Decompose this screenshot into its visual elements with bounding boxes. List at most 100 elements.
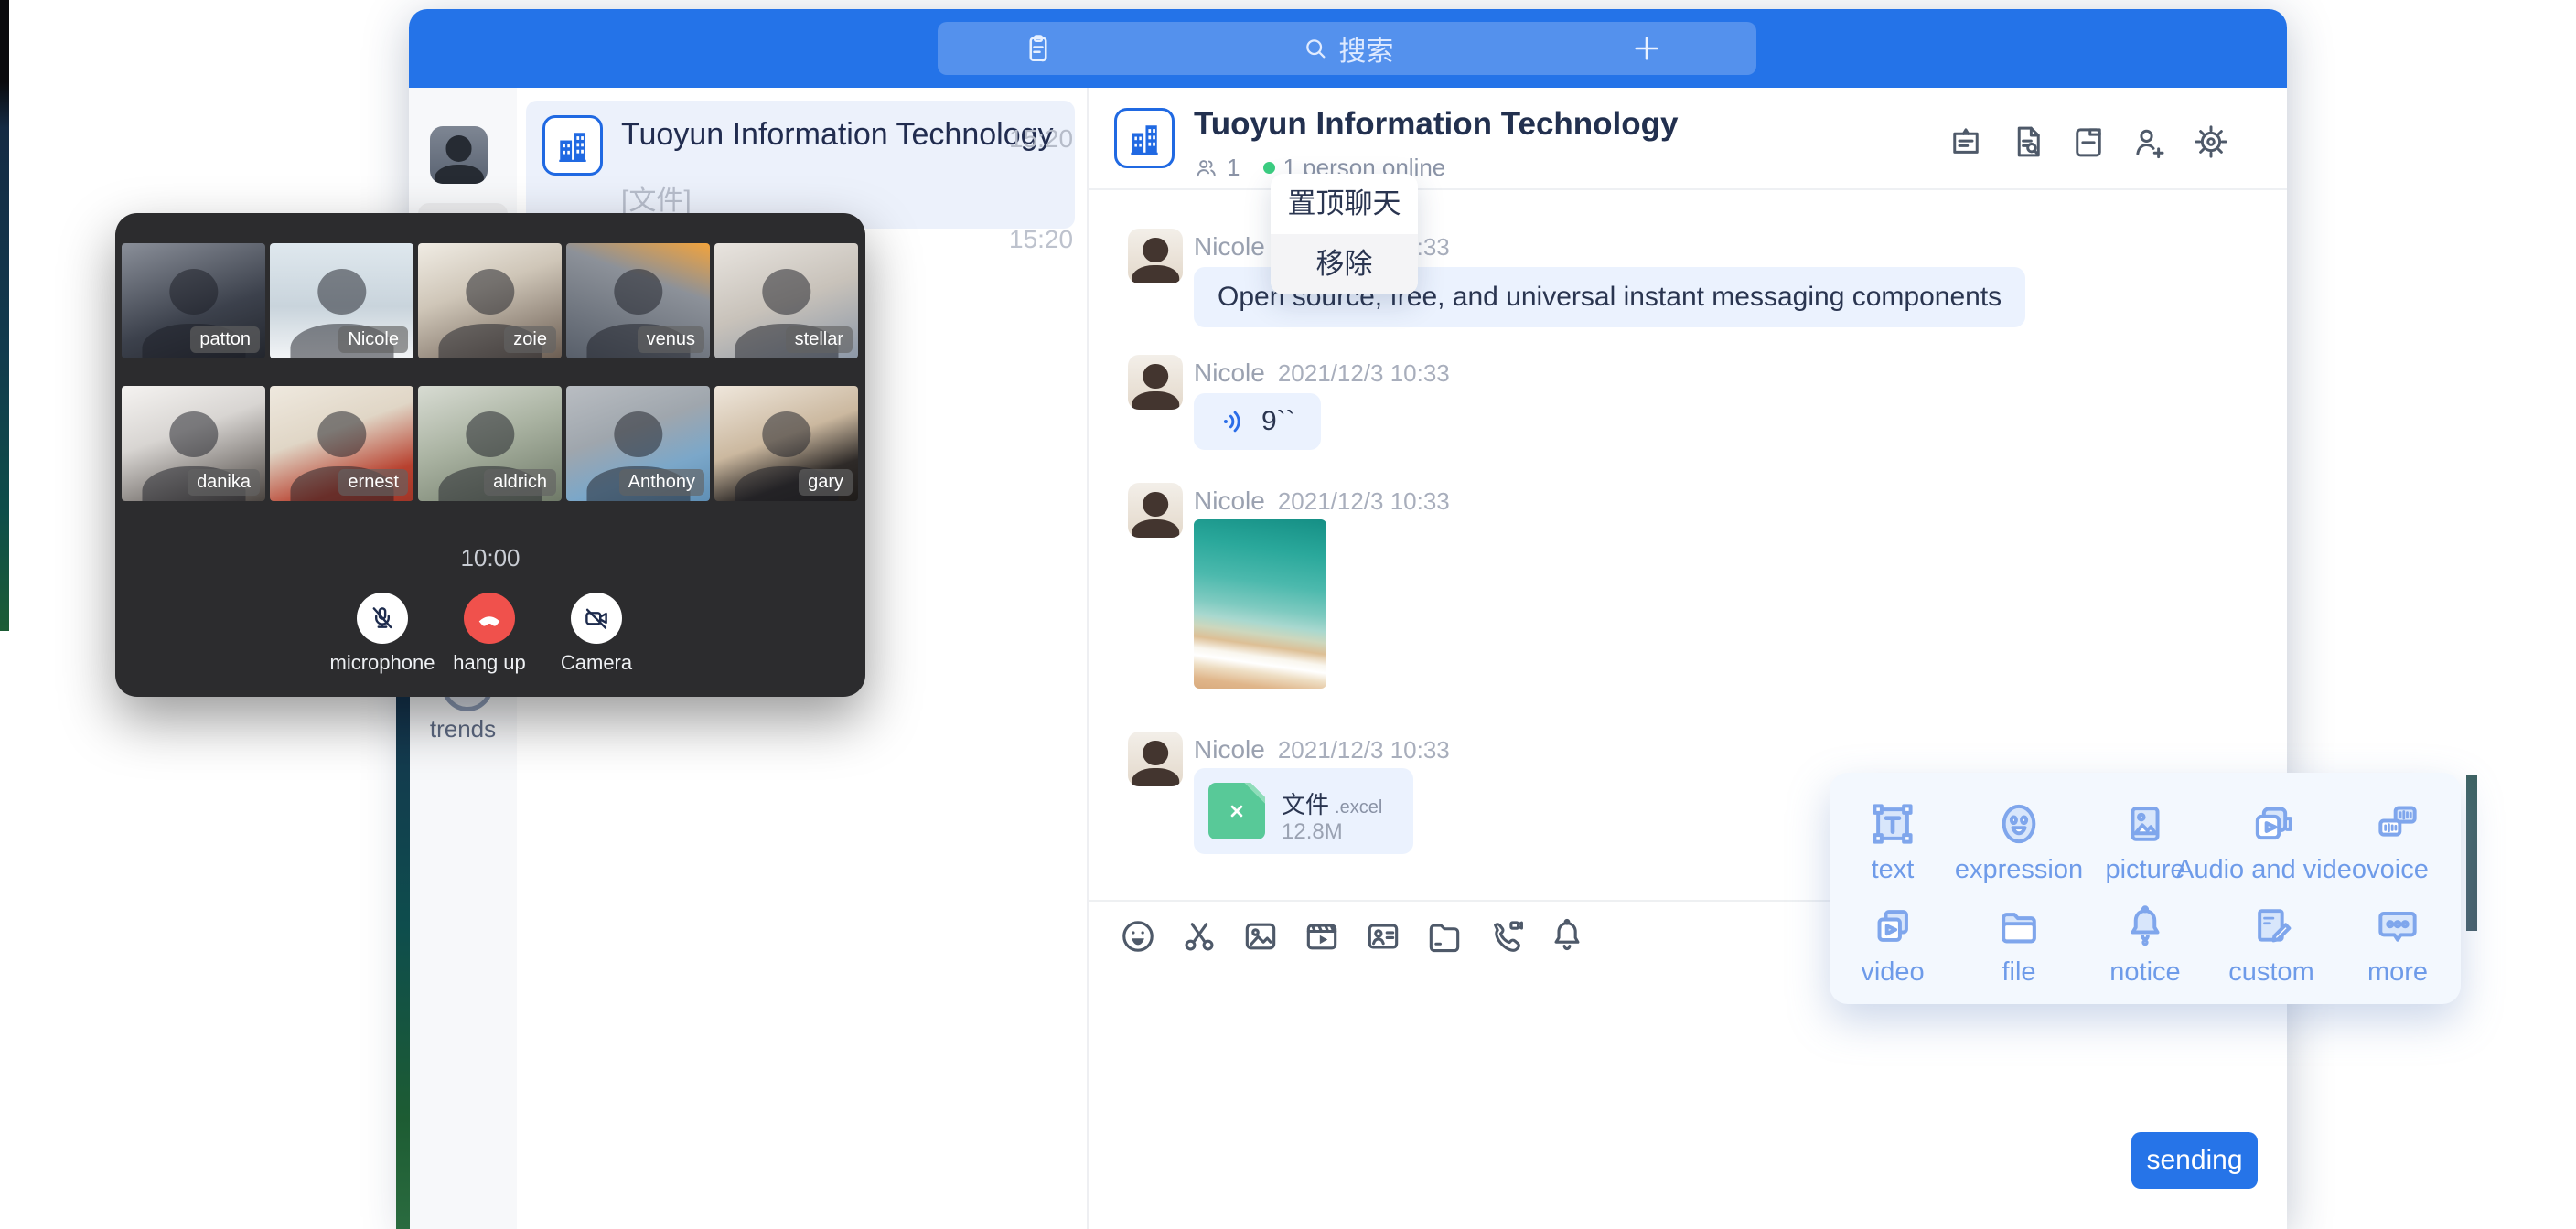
chat-header: Tuoyun Information Technology 1 1 person… bbox=[1089, 88, 2287, 190]
message-toolbar bbox=[1118, 916, 1587, 956]
camera-toggle-button[interactable] bbox=[571, 593, 622, 644]
excel-file-icon bbox=[1208, 783, 1265, 839]
participant-name: zoie bbox=[504, 326, 556, 353]
member-count: 1 bbox=[1227, 154, 1240, 182]
call-timer: 10:00 bbox=[115, 544, 865, 572]
screen: 搜索 trends Tuoyun Information Technology … bbox=[0, 0, 2576, 1229]
image-message-beach[interactable] bbox=[1194, 519, 1326, 689]
file-name: 文件 bbox=[1282, 786, 1329, 820]
hang-up-button[interactable] bbox=[464, 593, 515, 644]
participant-name: Anthony bbox=[619, 469, 704, 496]
file-message-bubble[interactable]: 文件 .excel 12.8M bbox=[1194, 768, 1413, 854]
voice-icon bbox=[2372, 798, 2423, 850]
send-video-icon[interactable] bbox=[1302, 916, 1342, 956]
menu-item-remove[interactable]: 移除 bbox=[1271, 234, 1418, 294]
participant-tile: Nicole bbox=[270, 243, 413, 358]
rail-item-trends[interactable]: trends bbox=[409, 715, 517, 743]
online-dot bbox=[1263, 162, 1275, 174]
attach-item-picture[interactable]: picture bbox=[2082, 798, 2208, 901]
excel-x-glyph bbox=[1225, 799, 1249, 823]
participant-tile: zoie bbox=[418, 243, 562, 358]
send-file-folder-icon[interactable] bbox=[1424, 916, 1465, 956]
chat-history-search-icon[interactable] bbox=[2008, 123, 2046, 161]
sender-name: Nicole bbox=[1194, 232, 1265, 262]
members-icon bbox=[1194, 155, 1219, 181]
hang-up-label: hang up bbox=[435, 651, 544, 675]
file-folder-icon bbox=[1993, 901, 2045, 952]
add-icon[interactable] bbox=[1630, 32, 1663, 65]
attach-item-file[interactable]: file bbox=[1956, 901, 2082, 1003]
search-bar[interactable]: 搜索 bbox=[938, 22, 1756, 75]
attach-label: voice bbox=[2367, 855, 2429, 885]
message-avatar[interactable] bbox=[1128, 732, 1183, 786]
microphone-mute-button[interactable] bbox=[357, 593, 408, 644]
participant-tile: patton bbox=[122, 243, 265, 358]
page-background-artifact bbox=[396, 677, 410, 1229]
settings-gear-icon[interactable] bbox=[2192, 123, 2230, 161]
attachment-panel: text expression picture Audio and video … bbox=[1830, 773, 2461, 1004]
participant-tile: Anthony bbox=[566, 386, 710, 501]
file-size: 12.8M bbox=[1282, 819, 1343, 845]
send-picture-icon[interactable] bbox=[1240, 916, 1281, 956]
attach-item-video[interactable]: video bbox=[1830, 901, 1956, 1003]
notice-bell-icon bbox=[2120, 901, 2171, 952]
search-icon bbox=[1301, 34, 1330, 63]
message-meta: Nicole 2021/12/3 10:33 bbox=[1194, 358, 1450, 388]
attach-label: notice bbox=[2109, 957, 2180, 988]
video-icon bbox=[1867, 901, 1918, 952]
screenshot-scissors-icon[interactable] bbox=[1179, 916, 1219, 956]
attach-item-voice[interactable]: voice bbox=[2334, 798, 2461, 901]
attach-item-more[interactable]: more bbox=[2334, 901, 2461, 1003]
message-avatar[interactable] bbox=[1128, 483, 1183, 538]
emoji-icon[interactable] bbox=[1118, 916, 1158, 956]
participant-name: danika bbox=[188, 469, 260, 496]
message-timestamp: 2021/12/3 10:33 bbox=[1278, 359, 1450, 388]
attach-label: expression bbox=[1955, 855, 2083, 885]
participant-name: patton bbox=[190, 326, 260, 353]
file-name-row: 文件 .excel bbox=[1282, 786, 1382, 820]
conversation-item[interactable]: Tuoyun Information Technology 15:20 [文件] bbox=[526, 101, 1075, 229]
message-meta: Nicole 2021/12/3 10:33 bbox=[1194, 486, 1450, 516]
participant-tile: venus bbox=[566, 243, 710, 358]
contact-card-icon[interactable] bbox=[1363, 916, 1403, 956]
search-placeholder: 搜索 bbox=[1339, 28, 1394, 69]
attach-label: video bbox=[1861, 957, 1924, 988]
attach-item-text[interactable]: text bbox=[1830, 798, 1956, 901]
current-user-avatar[interactable] bbox=[430, 126, 488, 184]
group-notice-icon[interactable] bbox=[1947, 123, 1985, 161]
chat-header-actions bbox=[1947, 123, 2230, 161]
message-avatar[interactable] bbox=[1128, 229, 1183, 283]
chat-title: Tuoyun Information Technology bbox=[1194, 106, 1679, 143]
participant-tile: aldrich bbox=[418, 386, 562, 501]
conversation-time: 15:20 bbox=[1009, 225, 1073, 254]
expression-icon bbox=[1993, 798, 2045, 850]
menu-item-pin-chat[interactable]: 置顶聊天 bbox=[1271, 174, 1418, 234]
sender-name: Nicole bbox=[1194, 358, 1265, 388]
voice-wave-icon bbox=[1219, 407, 1249, 436]
camera-label: Camera bbox=[542, 651, 651, 675]
context-menu: 置顶聊天 移除 bbox=[1271, 174, 1418, 294]
group-avatar bbox=[1114, 108, 1175, 168]
participant-tile: gary bbox=[714, 386, 858, 501]
building-icon bbox=[1124, 118, 1165, 158]
audio-video-icon bbox=[2246, 798, 2297, 850]
video-call-icon[interactable] bbox=[1486, 916, 1526, 956]
message-meta: Nicole 2021/12/3 10:33 bbox=[1194, 735, 1450, 764]
participant-name: ernest bbox=[338, 469, 408, 496]
add-member-icon[interactable] bbox=[2131, 123, 2169, 161]
more-icon bbox=[2372, 901, 2423, 952]
send-button[interactable]: sending bbox=[2131, 1132, 2258, 1189]
message-avatar[interactable] bbox=[1128, 355, 1183, 410]
hang-up-icon bbox=[474, 603, 505, 634]
voice-message-bubble[interactable]: 9`` bbox=[1194, 393, 1321, 450]
attach-item-custom[interactable]: custom bbox=[2208, 901, 2334, 1003]
attach-label: text bbox=[1872, 855, 1915, 885]
attach-item-notice[interactable]: notice bbox=[2082, 901, 2208, 1003]
group-file-icon[interactable] bbox=[2069, 123, 2108, 161]
sender-name: Nicole bbox=[1194, 486, 1265, 516]
attach-item-audio-video[interactable]: Audio and video bbox=[2208, 798, 2334, 901]
video-call-panel: patton Nicole zoie venus stellar danika … bbox=[115, 213, 865, 697]
attach-item-expression[interactable]: expression bbox=[1956, 798, 2082, 901]
notice-bell-icon[interactable] bbox=[1547, 916, 1587, 956]
participant-name: venus bbox=[638, 326, 704, 353]
